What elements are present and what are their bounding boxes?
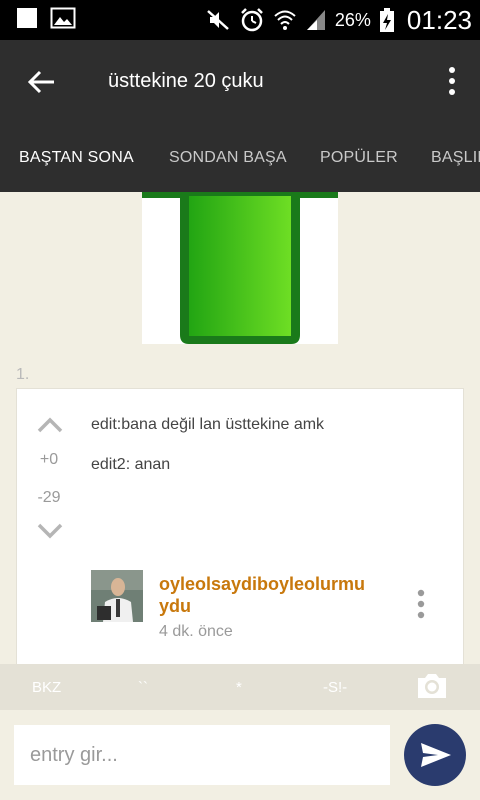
- tab-sondan-basa[interactable]: SONDAN BAŞA: [169, 149, 287, 167]
- entry-card: +0 -29 edit:bana değil lan üsttekine amk…: [16, 388, 464, 664]
- entry-text-line: edit2: anan: [91, 456, 171, 473]
- sort-tabs: BAŞTAN SONA SONDAN BAŞA POPÜLER BAŞLIK: [0, 122, 480, 192]
- backtick-button[interactable]: ``: [138, 679, 148, 696]
- app-toolbar: üsttekine 20 çuku: [0, 40, 480, 122]
- avatar-image: [91, 570, 143, 622]
- camera-icon[interactable]: [416, 672, 448, 700]
- send-icon: [421, 743, 451, 767]
- downvote-chevron-icon[interactable]: [37, 523, 63, 539]
- entry-timestamp: 4 dk. önce: [159, 623, 233, 640]
- gallery-icon: [50, 7, 76, 29]
- entry-more-icon[interactable]: [415, 589, 427, 619]
- signal-icon: [306, 10, 325, 30]
- alarm-icon: [241, 8, 263, 32]
- battery-percent: 26%: [334, 9, 371, 30]
- mute-icon: [207, 10, 229, 30]
- battery-charging-icon: [379, 8, 394, 32]
- back-arrow-icon[interactable]: [24, 64, 60, 100]
- status-left-icons: [16, 7, 76, 29]
- star-button[interactable]: *: [236, 679, 242, 696]
- status-right-icons: 26% 01:23: [205, 0, 472, 40]
- upvote-count: +0: [39, 451, 59, 468]
- green-thumb-graphic: [142, 192, 338, 344]
- topic-title: üsttekine 20 çuku: [108, 70, 264, 92]
- tab-bastan-sona[interactable]: BAŞTAN SONA: [19, 149, 134, 167]
- more-options-icon[interactable]: [444, 66, 460, 96]
- entry-image: [142, 192, 338, 344]
- tab-baslik[interactable]: BAŞLIK: [431, 149, 480, 167]
- author-avatar[interactable]: [91, 570, 143, 622]
- author-link[interactable]: oyleolsaydiboyleolurmuydu: [159, 573, 369, 617]
- bkz-button[interactable]: BKZ: [32, 679, 61, 696]
- format-toolbar: BKZ `` * -S!-: [0, 664, 480, 710]
- entry-list[interactable]: 1. +0 -29 edit:bana değil lan üsttekine …: [0, 192, 480, 664]
- clock-time: 01:23: [406, 4, 472, 35]
- stop-icon: [17, 8, 37, 28]
- downvote-count: -29: [37, 489, 61, 506]
- wifi-icon: [274, 10, 296, 30]
- entry-text-line: edit:bana değil lan üsttekine amk: [91, 416, 325, 433]
- spoiler-button[interactable]: -S!-: [323, 679, 347, 696]
- entry-composer: [0, 710, 480, 800]
- upvote-chevron-icon[interactable]: [37, 417, 63, 433]
- status-bar: 26% 01:23: [0, 0, 480, 40]
- entry-number: 1.: [16, 366, 30, 383]
- tab-populer[interactable]: POPÜLER: [320, 149, 398, 167]
- entry-input[interactable]: [14, 725, 390, 785]
- send-button[interactable]: [404, 724, 466, 786]
